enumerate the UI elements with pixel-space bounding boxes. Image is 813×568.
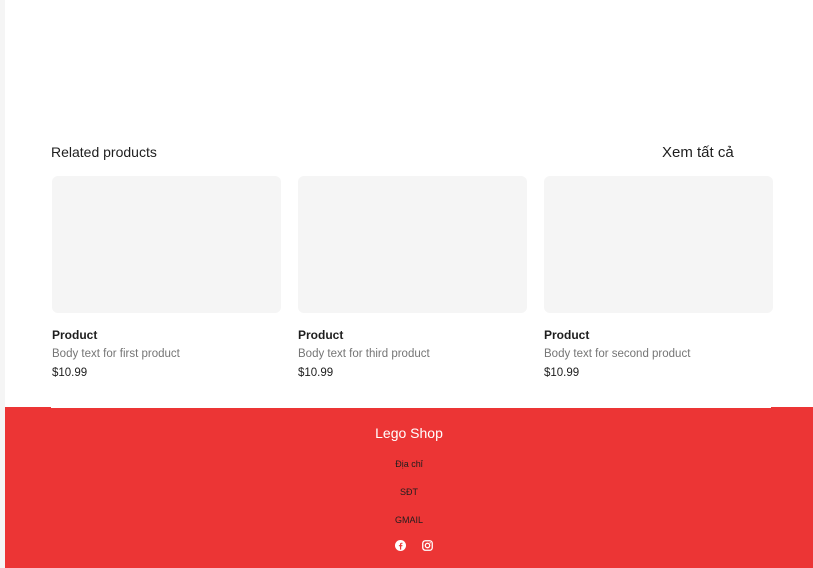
related-products-title: Related products [51,144,157,160]
footer-social-icons [394,539,433,551]
product-name[interactable]: Product [544,328,773,342]
product-card[interactable]: Product Body text for second product $10… [544,176,773,380]
product-card[interactable]: Product Body text for first product $10.… [52,176,281,380]
view-all-link[interactable]: Xem tất cả [662,144,734,161]
product-image[interactable] [298,176,527,313]
product-description: Body text for third product [298,348,430,360]
product-name[interactable]: Product [298,328,527,342]
product-card[interactable]: Product Body text for third product $10.… [298,176,527,380]
footer-phone: SĐT [400,487,418,497]
footer-brand: Lego Shop [375,425,443,441]
product-price: $10.99 [52,367,88,379]
page: Related products Xem tất cả Product Body… [0,0,813,568]
product-image[interactable] [544,176,773,313]
facebook-icon[interactable] [394,539,406,551]
product-name[interactable]: Product [52,328,281,342]
footer-address: Địa chỉ [395,459,423,469]
product-price: $10.99 [544,367,580,379]
product-image[interactable] [52,176,281,313]
product-description: Body text for second product [544,348,691,360]
product-price: $10.99 [298,367,334,379]
instagram-icon[interactable] [421,539,433,551]
footer-divider [51,407,771,408]
site-footer: Lego Shop Địa chỉ SĐT GMAIL [5,407,813,568]
product-description: Body text for first product [52,348,180,360]
footer-email: GMAIL [394,515,423,525]
